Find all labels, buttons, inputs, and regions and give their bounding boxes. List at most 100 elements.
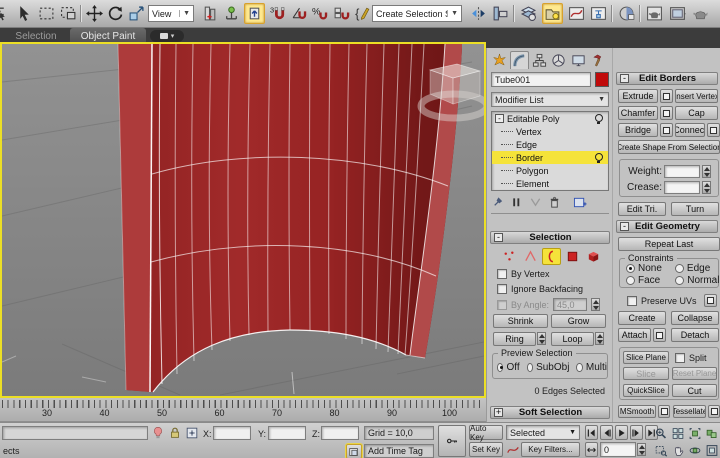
zoom-icon[interactable]: [652, 425, 669, 441]
graphite-toggle-icon[interactable]: [542, 3, 563, 24]
play-button[interactable]: [615, 425, 628, 440]
constraint-none-radio[interactable]: [626, 264, 635, 273]
schematic-view-icon[interactable]: [588, 3, 609, 24]
constraint-edge-radio[interactable]: [675, 264, 684, 273]
loop-spinner[interactable]: [595, 332, 604, 345]
extrude-button[interactable]: Extrude: [618, 89, 658, 103]
soft-selection-rollout-header[interactable]: +Soft Selection: [490, 406, 610, 419]
stack-item-edge[interactable]: Edge: [492, 138, 608, 151]
chamfer-settings-button[interactable]: [660, 106, 673, 120]
select-manipulate-icon[interactable]: [221, 3, 242, 24]
reset-plane-button[interactable]: Reset Plane: [672, 367, 717, 380]
visibility-bulb-icon[interactable]: [595, 114, 603, 122]
percent-snap-icon[interactable]: %: [310, 3, 331, 24]
crease-field[interactable]: [664, 181, 700, 194]
repeat-last-button[interactable]: Repeat Last: [618, 237, 720, 251]
ring-spinner[interactable]: [537, 332, 546, 345]
z-coord-field[interactable]: [321, 426, 359, 440]
slice-button[interactable]: Slice: [623, 367, 669, 380]
layer-manager-icon[interactable]: [518, 3, 539, 24]
ignore-backfacing-checkbox[interactable]: Ignore Backfacing: [497, 284, 583, 294]
tab-hierarchy[interactable]: [530, 51, 549, 69]
key-mode-toggle-button[interactable]: [585, 442, 598, 457]
preserve-uvs-settings-button[interactable]: [704, 294, 717, 307]
extrude-settings-button[interactable]: [660, 89, 673, 103]
use-center-icon[interactable]: [199, 3, 220, 24]
stack-item-polygon[interactable]: Polygon: [492, 164, 608, 177]
clipped-toolbar-icon[interactable]: [0, 3, 10, 24]
angle-snap-icon[interactable]: [289, 3, 310, 24]
material-editor-icon[interactable]: [616, 3, 637, 24]
detach-button[interactable]: Detach: [671, 328, 719, 342]
insert-vertex-button[interactable]: Insert Vertex: [675, 89, 718, 103]
polygon-icon[interactable]: [563, 248, 582, 265]
vertex-icon[interactable]: [500, 248, 519, 265]
preview-multi-radio[interactable]: [576, 363, 582, 372]
weight-spinner[interactable]: [702, 165, 711, 178]
stack-item-editable-poly[interactable]: -Editable Poly: [492, 112, 608, 125]
edit-tri-button[interactable]: Edit Tri.: [618, 202, 666, 216]
connect-button[interactable]: Connect: [675, 123, 705, 137]
by-vertex-checkbox[interactable]: By Vertex: [497, 269, 550, 279]
loop-button[interactable]: Loop: [551, 332, 594, 346]
key-selection-dropdown[interactable]: Selected ▼: [506, 425, 580, 440]
border-icon[interactable]: [542, 248, 561, 265]
zoom-region-icon[interactable]: [652, 442, 669, 458]
align-icon[interactable]: [490, 3, 511, 24]
create-button[interactable]: Create: [618, 311, 666, 325]
window-crossing-icon[interactable]: [58, 3, 79, 24]
select-scale-icon[interactable]: [126, 3, 147, 24]
zoom-all-icon[interactable]: [669, 425, 686, 441]
tab-display[interactable]: [569, 51, 588, 69]
weight-field[interactable]: [664, 165, 700, 178]
previous-frame-button[interactable]: [600, 425, 613, 440]
select-object-icon[interactable]: [14, 3, 35, 24]
add-time-tag[interactable]: Add Time Tag: [364, 444, 434, 458]
stack-item-border[interactable]: Border: [492, 151, 608, 164]
visibility-bulb-icon[interactable]: [595, 153, 603, 161]
remove-modifier-icon[interactable]: [548, 196, 561, 212]
msmooth-button[interactable]: MSmooth: [618, 405, 656, 418]
show-end-result-icon[interactable]: [510, 196, 523, 212]
stack-item-element[interactable]: Element: [492, 177, 608, 190]
object-color-swatch[interactable]: [595, 72, 609, 87]
attach-settings-button[interactable]: [653, 328, 666, 342]
modifier-stack[interactable]: -Editable PolyVertexEdgeBorderPolygonEle…: [491, 111, 609, 191]
slice-plane-button[interactable]: Slice Plane: [623, 351, 669, 364]
y-coord-field[interactable]: [268, 426, 306, 440]
edge-icon[interactable]: [521, 248, 540, 265]
grow-button[interactable]: Grow: [551, 314, 606, 328]
orbit-icon[interactable]: [686, 442, 703, 458]
tab-create[interactable]: [490, 51, 509, 69]
keyboard-override-icon[interactable]: [244, 3, 265, 24]
reference-coordsys-dropdown[interactable]: View ▼: [148, 5, 194, 22]
track-bar[interactable]: 30405060708090100: [0, 398, 486, 422]
by-angle-checkbox[interactable]: By Angle: 45,0: [497, 298, 600, 311]
split-checkbox[interactable]: Split: [675, 353, 707, 363]
adaptive-degradation-bulb-icon[interactable]: [150, 425, 166, 440]
crease-spinner[interactable]: [702, 181, 711, 194]
attach-button[interactable]: Attach: [618, 328, 651, 342]
modifier-list-dropdown[interactable]: Modifier List ▼: [491, 92, 609, 107]
rectangular-selection-icon[interactable]: [36, 3, 57, 24]
maximize-viewport-icon[interactable]: [703, 442, 720, 458]
preserve-uvs-checkbox[interactable]: Preserve UVs: [627, 294, 717, 307]
key-filters-button[interactable]: Key Filters...: [521, 442, 580, 457]
set-key-button[interactable]: Set Key: [469, 442, 503, 457]
next-frame-button[interactable]: [630, 425, 643, 440]
turn-button[interactable]: Turn: [671, 202, 719, 216]
tessellate-button[interactable]: Tessellate: [673, 405, 706, 418]
cap-button[interactable]: Cap: [675, 106, 718, 120]
ring-button[interactable]: Ring: [493, 332, 536, 346]
isolate-selection-icon[interactable]: [346, 444, 362, 458]
go-to-start-button[interactable]: [585, 425, 598, 440]
tab-utilities[interactable]: [589, 51, 608, 69]
perspective-viewport[interactable]: [0, 42, 486, 398]
quickslice-button[interactable]: QuickSlice: [623, 384, 669, 397]
collapse-button[interactable]: Collapse: [671, 311, 719, 325]
tab-motion[interactable]: [550, 51, 569, 69]
frame-spinner[interactable]: [637, 443, 646, 456]
edit-borders-rollout-header[interactable]: -Edit Borders: [616, 72, 718, 85]
bridge-settings-button[interactable]: [660, 123, 673, 137]
render-setup-icon[interactable]: [644, 3, 665, 24]
